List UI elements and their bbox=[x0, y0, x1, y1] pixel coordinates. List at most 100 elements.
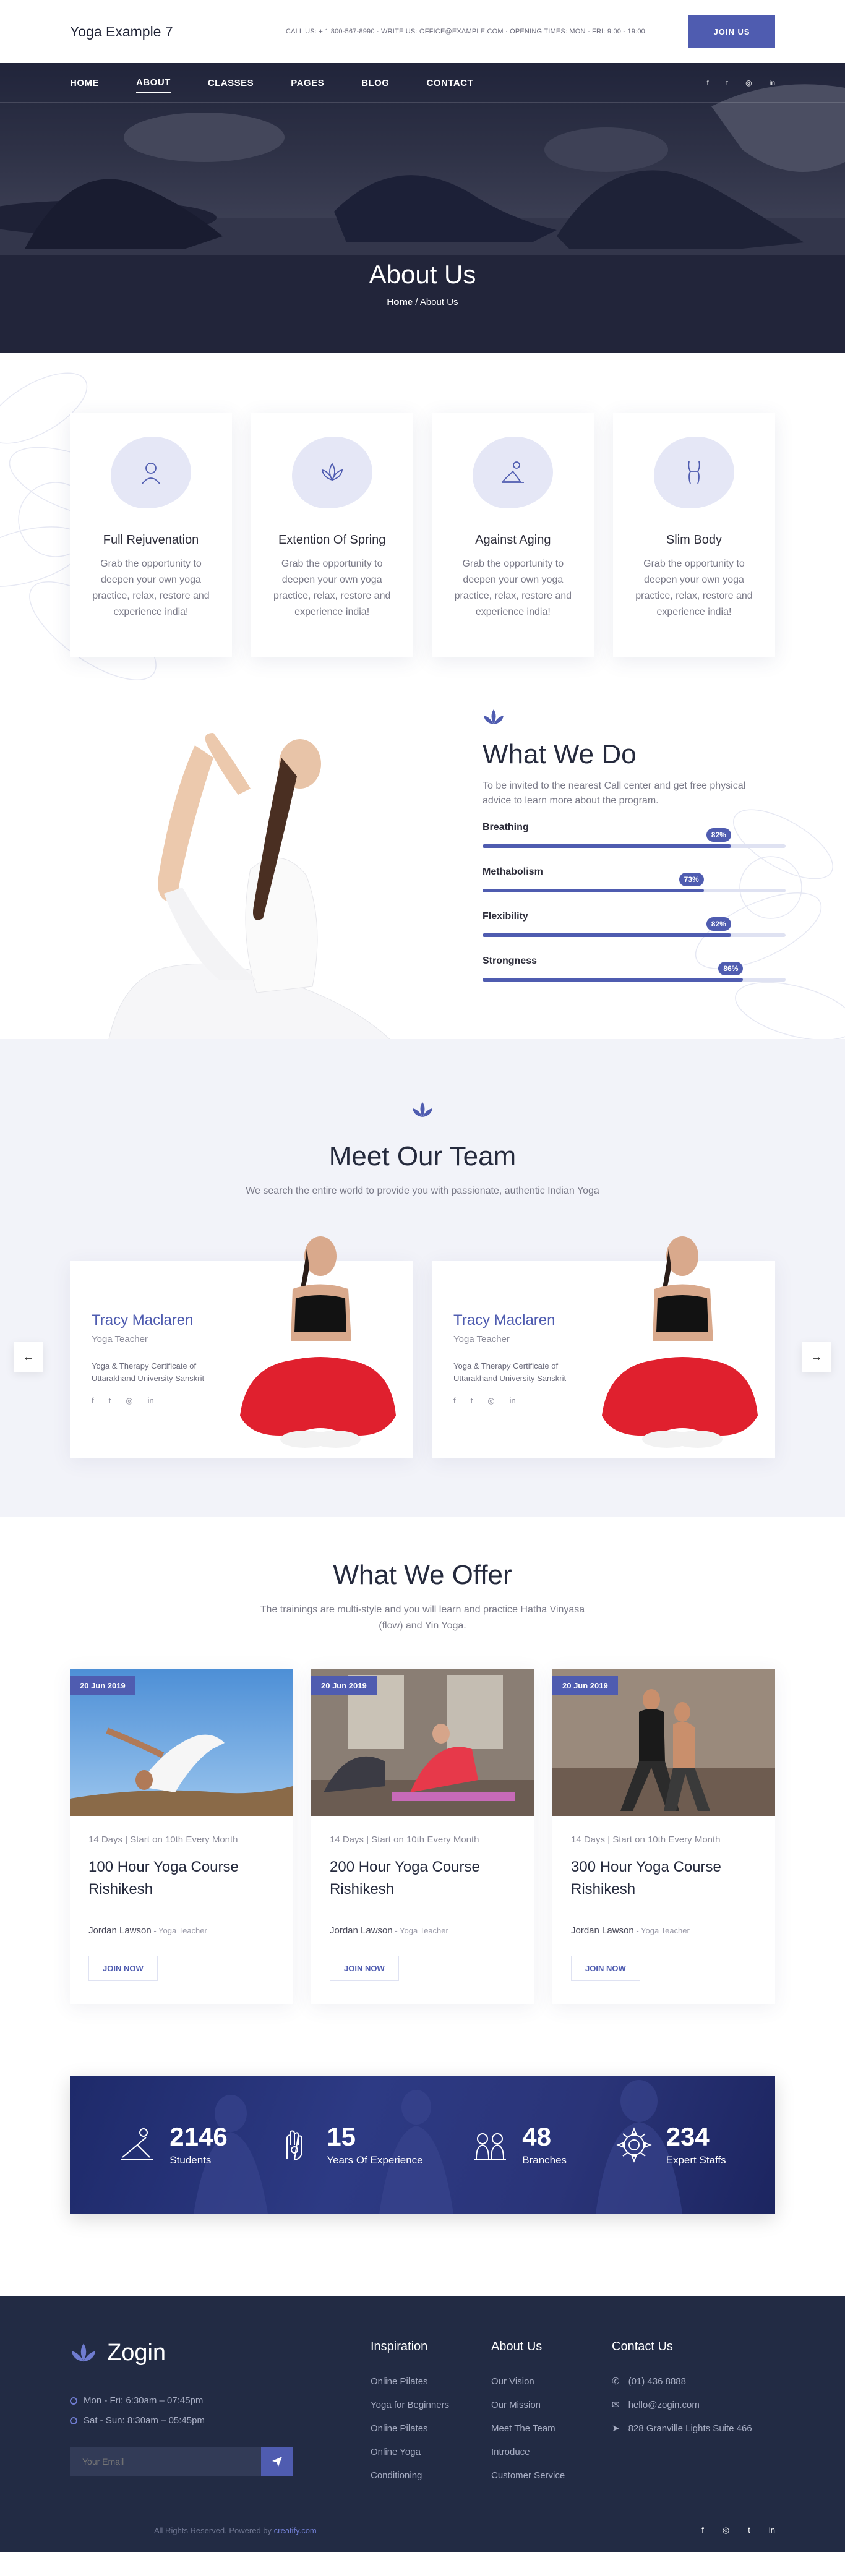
copyright-link[interactable]: creatify.com bbox=[274, 2526, 317, 2535]
nav-pages[interactable]: PAGES bbox=[291, 74, 324, 92]
nav-blog[interactable]: BLOG bbox=[361, 74, 389, 92]
send-icon bbox=[272, 2457, 282, 2467]
footer-link[interactable]: Conditioning bbox=[371, 2464, 491, 2488]
footer-link[interactable]: Customer Service bbox=[491, 2464, 612, 2488]
author-name: Jordan Lawson bbox=[571, 1925, 634, 1936]
twitter-icon[interactable]: t bbox=[748, 2525, 750, 2535]
instagram-icon[interactable]: ◎ bbox=[745, 79, 752, 87]
nav-home[interactable]: HOME bbox=[70, 74, 99, 92]
stat-number: 48 bbox=[522, 2122, 551, 2151]
contact-email[interactable]: ✉ hello@zogin.com bbox=[612, 2394, 773, 2417]
course-title[interactable]: 100 Hour Yoga Course Rishikesh bbox=[88, 1856, 274, 1901]
course-meta: 14 Days | Start on 10th Every Month bbox=[88, 1834, 238, 1845]
member-socials: f t ◎ in bbox=[453, 1396, 516, 1406]
section-title: What We Do bbox=[483, 739, 637, 769]
facebook-icon[interactable]: f bbox=[706, 79, 708, 87]
counter-section: 2146 Students 15 Years Of Experience 48 bbox=[0, 2073, 845, 2296]
lotus-icon bbox=[413, 1102, 432, 1117]
footer-link[interactable]: Our Mission bbox=[491, 2394, 612, 2417]
member-desc: Yoga & Therapy Certificate of Uttarakhan… bbox=[453, 1361, 567, 1383]
join-now-button[interactable]: JOIN NOW bbox=[88, 1956, 158, 1981]
course-title[interactable]: 200 Hour Yoga Course Rishikesh bbox=[330, 1856, 515, 1901]
course-meta: 14 Days | Start on 10th Every Month bbox=[330, 1834, 479, 1845]
nav-contact[interactable]: CONTACT bbox=[426, 74, 473, 92]
phone-text: (01) 436 8888 bbox=[628, 2376, 686, 2387]
instagram-icon[interactable]: ◎ bbox=[723, 2525, 729, 2535]
member-name[interactable]: Tracy Maclaren bbox=[453, 1312, 555, 1329]
footer-logo[interactable]: Zogin bbox=[107, 2340, 166, 2366]
footer-socials: f ◎ t in bbox=[701, 2525, 775, 2535]
footer-link[interactable]: Online Pilates bbox=[371, 2417, 491, 2441]
course-image[interactable]: 20 Jun 2019 bbox=[311, 1669, 534, 1816]
contact-phone[interactable]: ✆ (01) 436 8888 bbox=[612, 2370, 773, 2394]
footer-link[interactable]: Our Vision bbox=[491, 2370, 612, 2394]
linkedin-icon[interactable]: in bbox=[770, 79, 775, 87]
nav-classes[interactable]: CLASSES bbox=[208, 74, 254, 92]
carousel-next-button[interactable]: → bbox=[802, 1342, 831, 1372]
footer-column-contact: Contact Us ✆ (01) 436 8888 ✉ hello@zogin.c… bbox=[612, 2340, 773, 2488]
copyright: All Rights Reserved. Powered by creatify… bbox=[154, 2526, 317, 2535]
contact-info-bar: CALL US: + 1 800-567-8990 · WRITE US: OF… bbox=[285, 28, 645, 35]
carousel-prev-button[interactable]: ← bbox=[14, 1342, 43, 1372]
author-name: Jordan Lawson bbox=[330, 1925, 393, 1936]
mail-icon: ✉ bbox=[612, 2400, 620, 2410]
hero-banner: HOME ABOUT CLASSES PAGES BLOG CONTACT f … bbox=[0, 63, 845, 353]
footer-link[interactable]: Meet The Team bbox=[491, 2417, 612, 2441]
breadcrumb-home[interactable]: Home bbox=[387, 297, 413, 307]
facebook-icon[interactable]: f bbox=[701, 2525, 704, 2535]
section-subtitle: The trainings are multi-style and you wi… bbox=[260, 1604, 585, 1631]
course-image[interactable]: 20 Jun 2019 bbox=[552, 1669, 775, 1816]
join-us-button[interactable]: JOIN US bbox=[688, 15, 775, 48]
lotus-icon bbox=[484, 709, 504, 724]
feature-desc: Grab the opportunity to deepen your own … bbox=[454, 558, 572, 617]
course-image[interactable]: 20 Jun 2019 bbox=[70, 1669, 293, 1816]
twitter-icon[interactable]: t bbox=[471, 1396, 473, 1406]
linkedin-icon[interactable]: in bbox=[148, 1396, 154, 1406]
skill-fill bbox=[483, 933, 731, 937]
footer-column-about: About Us Our Vision Our Mission Meet The… bbox=[491, 2340, 612, 2488]
member-photo bbox=[240, 1236, 396, 1448]
member-desc: Yoga & Therapy Certificate of Uttarakhan… bbox=[92, 1361, 205, 1383]
skill-value-badge: 73% bbox=[679, 873, 704, 886]
join-now-button[interactable]: JOIN NOW bbox=[330, 1956, 399, 1981]
clock-icon bbox=[70, 2417, 77, 2424]
site-footer: Zogin Mon - Fri: 6:30am – 07:45pm Sat - … bbox=[0, 2296, 845, 2552]
skill-value-badge: 82% bbox=[706, 917, 731, 931]
linkedin-icon[interactable]: in bbox=[510, 1396, 516, 1406]
instagram-icon[interactable]: ◎ bbox=[126, 1396, 132, 1406]
footer-link[interactable]: Online Pilates bbox=[371, 2370, 491, 2394]
nav-about[interactable]: ABOUT bbox=[136, 74, 171, 93]
course-title[interactable]: 300 Hour Yoga Course Rishikesh bbox=[571, 1856, 757, 1901]
footer-link[interactable]: Yoga for Beginners bbox=[371, 2394, 491, 2417]
facebook-icon[interactable]: f bbox=[92, 1396, 94, 1406]
mandala-icon bbox=[616, 2127, 652, 2163]
footer-link[interactable]: Introduce bbox=[491, 2441, 612, 2464]
site-logo[interactable]: Yoga Example 7 bbox=[70, 24, 173, 40]
hand-icon bbox=[286, 2130, 303, 2161]
feature-icon-bg bbox=[291, 437, 372, 508]
lotus-icon bbox=[71, 2343, 96, 2361]
course-date: 20 Jun 2019 bbox=[552, 1676, 618, 1695]
hours-weekend: Sat - Sun: 8:30am – 05:45pm bbox=[84, 2415, 205, 2426]
what-we-do-section: What We Do To be invited to the nearest … bbox=[0, 708, 845, 1056]
twitter-icon[interactable]: t bbox=[726, 79, 728, 87]
linkedin-icon[interactable]: in bbox=[769, 2525, 775, 2535]
newsletter-form bbox=[70, 2447, 293, 2476]
email-input[interactable] bbox=[70, 2447, 261, 2476]
instagram-icon[interactable]: ◎ bbox=[487, 1396, 494, 1406]
author-name: Jordan Lawson bbox=[88, 1925, 152, 1936]
team-lotus bbox=[0, 1039, 845, 1123]
section-desc: To be invited to the nearest Call center… bbox=[483, 781, 746, 806]
member-name[interactable]: Tracy Maclaren bbox=[92, 1312, 193, 1329]
features-section: Full Rejuvenation Grab the opportunity t… bbox=[0, 353, 845, 708]
stat-number: 234 bbox=[666, 2122, 710, 2151]
top-bar: Yoga Example 7 CALL US: + 1 800-567-8990… bbox=[0, 0, 845, 63]
feature-title: Against Aging bbox=[475, 533, 551, 547]
course-card: 20 Jun 2019 14 Days | Start on 10th Ever… bbox=[311, 1669, 534, 2004]
join-now-button[interactable]: JOIN NOW bbox=[571, 1956, 640, 1981]
facebook-icon[interactable]: f bbox=[453, 1396, 456, 1406]
twitter-icon[interactable]: t bbox=[109, 1396, 111, 1406]
subscribe-button[interactable] bbox=[261, 2447, 293, 2476]
team-section: Meet Our Team We search the entire world… bbox=[0, 1039, 845, 1517]
footer-link[interactable]: Online Yoga bbox=[371, 2441, 491, 2464]
